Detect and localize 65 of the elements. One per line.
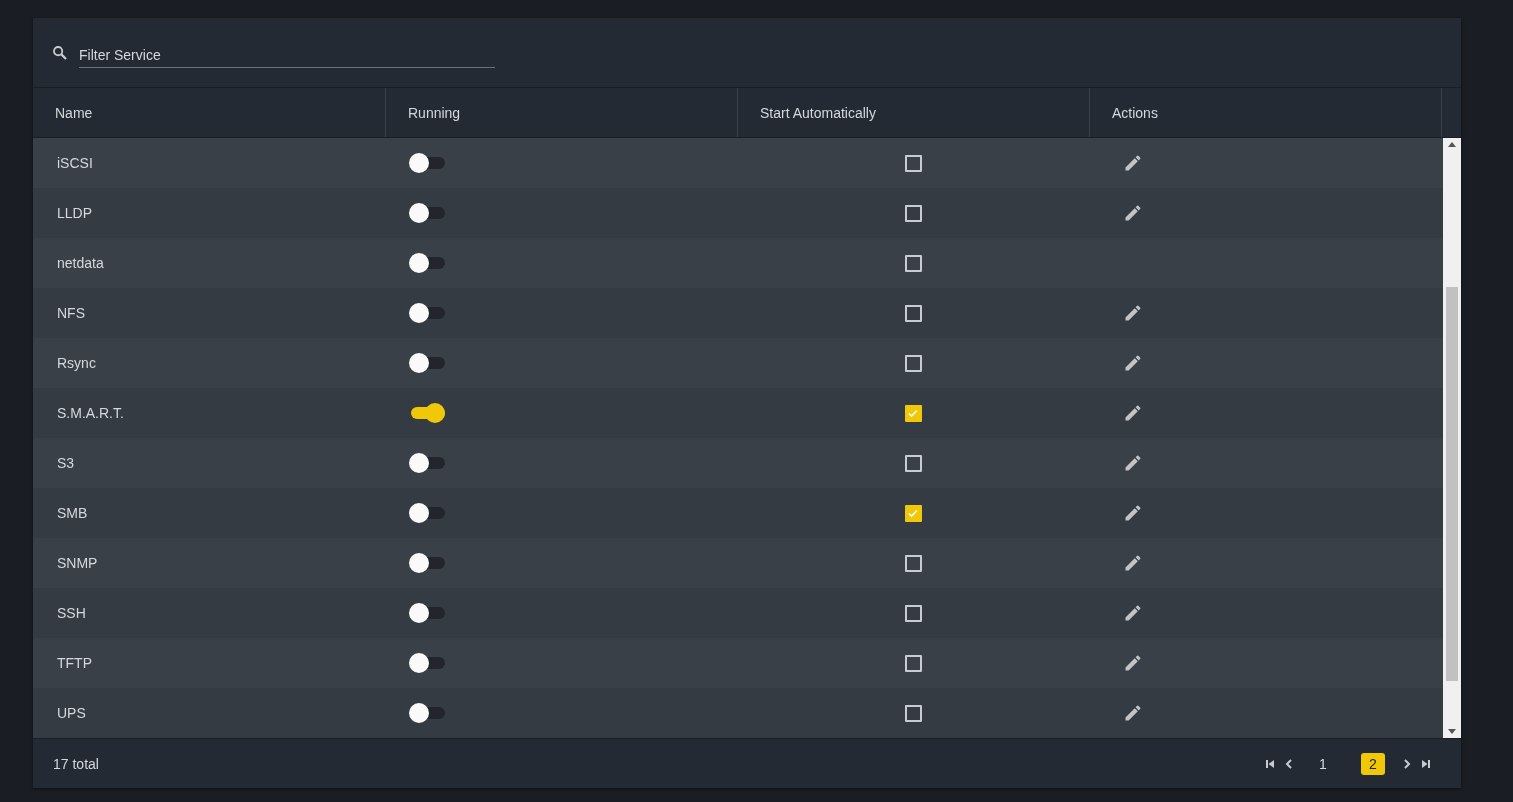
pencil-icon[interactable] bbox=[1123, 203, 1143, 223]
page-button[interactable]: 1 bbox=[1311, 752, 1335, 775]
column-header[interactable]: Start Automatically bbox=[760, 104, 876, 121]
running-toggle[interactable] bbox=[409, 253, 445, 273]
running-toggle[interactable] bbox=[409, 403, 445, 423]
pencil-icon[interactable] bbox=[1123, 603, 1143, 623]
start-automatically-checkbox[interactable] bbox=[904, 554, 922, 572]
start-automatically-checkbox[interactable] bbox=[904, 504, 922, 522]
pencil-icon[interactable] bbox=[1123, 703, 1143, 723]
pencil-icon[interactable] bbox=[1123, 303, 1143, 323]
first-page-icon[interactable] bbox=[1265, 758, 1275, 769]
running-toggle[interactable] bbox=[409, 703, 445, 723]
pencil-icon[interactable] bbox=[1123, 503, 1143, 523]
pencil-icon[interactable] bbox=[1123, 353, 1143, 373]
service-name: SSH bbox=[57, 605, 86, 621]
service-name: NFS bbox=[57, 305, 85, 321]
last-page-icon[interactable] bbox=[1421, 758, 1431, 769]
service-name: iSCSI bbox=[57, 155, 93, 171]
service-name: SNMP bbox=[57, 555, 98, 571]
running-toggle[interactable] bbox=[409, 453, 445, 473]
filter-service-field[interactable]: Filter Service bbox=[79, 41, 495, 68]
scroll-down-icon[interactable] bbox=[1448, 729, 1456, 734]
service-name: S3 bbox=[57, 455, 75, 471]
running-toggle[interactable] bbox=[409, 203, 445, 223]
start-automatically-checkbox[interactable] bbox=[904, 704, 922, 722]
running-toggle[interactable] bbox=[409, 553, 445, 573]
next-page-icon[interactable] bbox=[1403, 758, 1411, 769]
column-header[interactable]: Name bbox=[55, 104, 93, 121]
service-name: S.M.A.R.T. bbox=[57, 405, 124, 421]
pencil-icon[interactable] bbox=[1123, 153, 1143, 173]
checkmark-icon bbox=[907, 507, 919, 519]
scrollbar[interactable] bbox=[1443, 138, 1461, 738]
column-header[interactable]: Running bbox=[408, 104, 461, 121]
service-name: netdata bbox=[57, 255, 104, 271]
running-toggle[interactable] bbox=[409, 603, 445, 623]
service-name: Rsync bbox=[57, 355, 96, 371]
running-toggle[interactable] bbox=[409, 353, 445, 373]
column-header[interactable]: Actions bbox=[1112, 104, 1158, 121]
start-automatically-checkbox[interactable] bbox=[904, 154, 922, 172]
pencil-icon[interactable] bbox=[1123, 553, 1143, 573]
service-name: LLDP bbox=[57, 205, 93, 221]
start-automatically-checkbox[interactable] bbox=[904, 304, 922, 322]
service-name: UPS bbox=[57, 705, 86, 721]
running-toggle[interactable] bbox=[409, 153, 445, 173]
page-button[interactable]: 2 bbox=[1361, 752, 1385, 775]
scroll-up-icon[interactable] bbox=[1448, 142, 1456, 147]
start-automatically-checkbox[interactable] bbox=[904, 354, 922, 372]
total-count: 17 total bbox=[53, 755, 99, 772]
service-name: SMB bbox=[57, 505, 88, 521]
search-icon bbox=[51, 43, 69, 62]
running-toggle[interactable] bbox=[409, 303, 445, 323]
start-automatically-checkbox[interactable] bbox=[904, 204, 922, 222]
running-toggle[interactable] bbox=[409, 653, 445, 673]
pencil-icon[interactable] bbox=[1123, 403, 1143, 423]
start-automatically-checkbox[interactable] bbox=[904, 254, 922, 272]
service-name: TFTP bbox=[57, 655, 92, 671]
start-automatically-checkbox[interactable] bbox=[904, 604, 922, 622]
running-toggle[interactable] bbox=[409, 503, 445, 523]
pencil-icon[interactable] bbox=[1123, 653, 1143, 673]
checkmark-icon bbox=[907, 407, 919, 419]
previous-page-icon[interactable] bbox=[1285, 758, 1293, 769]
pencil-icon[interactable] bbox=[1123, 453, 1143, 473]
start-automatically-checkbox[interactable] bbox=[904, 454, 922, 472]
start-automatically-checkbox[interactable] bbox=[904, 654, 922, 672]
start-automatically-checkbox[interactable] bbox=[904, 404, 922, 422]
